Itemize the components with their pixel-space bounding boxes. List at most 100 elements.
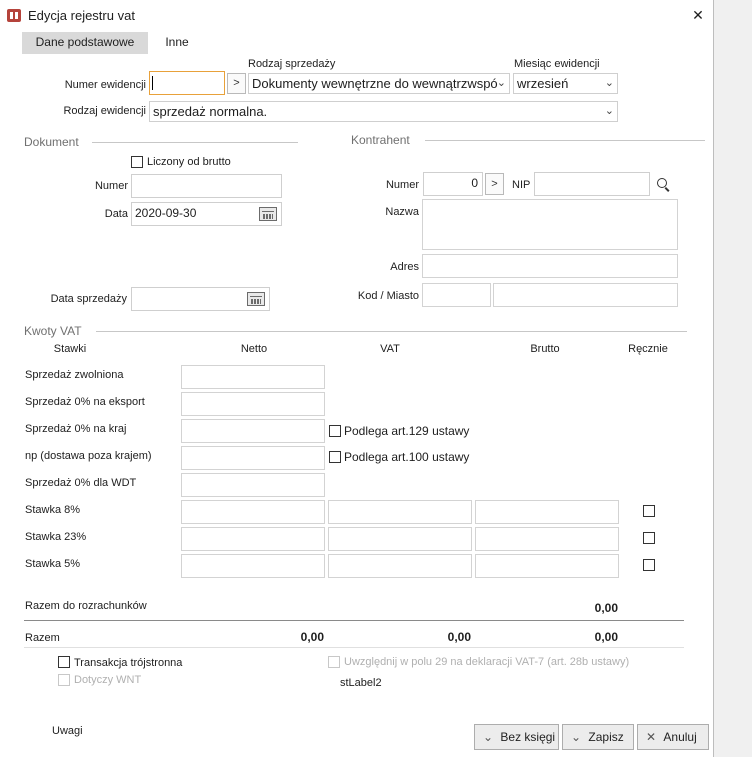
zapisz-label: Zapisz <box>588 730 624 744</box>
tab-inne[interactable]: Inne <box>152 32 202 54</box>
text-cursor <box>152 76 153 90</box>
calendar-icon[interactable] <box>259 207 277 221</box>
zapisz-button[interactable]: ⌄ Zapisz <box>562 724 634 750</box>
razem-rozrachunkow-label: Razem do rozrachunków <box>25 600 147 612</box>
kwoty-divider <box>96 331 687 332</box>
header-recznie: Ręcznie <box>628 343 668 355</box>
vat-row-label: np (dostawa poza krajem) <box>25 450 152 462</box>
numer-ewidencji-label: Numer ewidencji <box>64 79 146 91</box>
razem-brutto: 0,00 <box>594 630 618 644</box>
transakcja-trojstronna-label: Transakcja trójstronna <box>74 657 183 669</box>
rodzaj-ewidencji-label: Rodzaj ewidencji <box>63 105 146 117</box>
chevron-down-icon: ⌄ <box>571 730 582 744</box>
numer-ewidencji-input[interactable] <box>149 71 225 95</box>
dok-numer-label: Numer <box>94 180 128 192</box>
numer-ewidencji-picker-button[interactable]: > <box>227 73 246 94</box>
close-icon: ✕ <box>646 730 657 744</box>
miesiac-select[interactable]: wrzesień ⌄ <box>513 73 618 94</box>
netto-input[interactable] <box>181 500 325 524</box>
razem-rozrachunkow-value: 0,00 <box>594 601 618 615</box>
recznie-checkbox[interactable] <box>643 532 655 544</box>
anuluj-button[interactable]: ✕ Anuluj <box>637 724 709 750</box>
netto-input[interactable] <box>181 365 325 389</box>
netto-input[interactable] <box>181 473 325 497</box>
vat-row-label: Stawka 23% <box>25 531 87 543</box>
calendar-icon[interactable] <box>247 292 265 306</box>
stlabel2: stLabel2 <box>340 677 382 689</box>
netto-input[interactable] <box>181 554 325 578</box>
bez-ksiegi-button[interactable]: ⌄ Bez księgi <box>474 724 559 750</box>
dokument-section-title: Dokument <box>24 135 79 149</box>
netto-input[interactable] <box>181 446 325 470</box>
miesiac-value: wrzesień <box>517 76 569 91</box>
kontrahent-picker-button[interactable]: > <box>485 173 504 195</box>
header-vat: VAT <box>380 343 400 355</box>
podlega-100-label: Podlega art.100 ustawy <box>344 450 470 464</box>
kontrahent-section-title: Kontrahent <box>351 133 410 147</box>
chevron-down-icon: ⌄ <box>496 77 506 89</box>
recznie-checkbox[interactable] <box>643 505 655 517</box>
anuluj-label: Anuluj <box>663 730 697 744</box>
kontr-numer-input[interactable]: 0 <box>423 172 483 196</box>
vat-input[interactable] <box>328 554 472 578</box>
rodzaj-ewidencji-select[interactable]: sprzedaż normalna. ⌄ <box>149 101 618 122</box>
miesiac-ewidencji-label: Miesiąc ewidencji <box>514 58 600 70</box>
rodzaj-sprzedazy-select[interactable]: Dokumenty wewnętrzne do wewnątrzwspó ⌄ <box>248 73 510 94</box>
uwzglednij-label: Uwzględnij w polu 29 na deklaracji VAT-7… <box>344 656 630 668</box>
vat-input[interactable] <box>328 527 472 551</box>
chevron-down-icon: ⌄ <box>604 105 614 117</box>
netto-input[interactable] <box>181 419 325 443</box>
vat-input[interactable] <box>328 500 472 524</box>
brutto-input[interactable] <box>475 554 619 578</box>
brutto-input[interactable] <box>475 527 619 551</box>
dokument-divider <box>92 142 298 143</box>
liczony-od-brutto-label: Liczony od brutto <box>147 156 231 168</box>
kod-input[interactable] <box>422 283 491 307</box>
liczony-od-brutto-checkbox[interactable] <box>131 156 143 168</box>
podlega-100-checkbox[interactable] <box>329 451 341 463</box>
adres-input[interactable] <box>422 254 678 278</box>
razem-netto: 0,00 <box>300 630 324 644</box>
vat-row-label: Sprzedaż 0% na kraj <box>25 423 127 435</box>
nazwa-label: Nazwa <box>385 206 419 218</box>
uwzglednij-checkbox[interactable] <box>328 656 340 668</box>
razem-bottom-divider <box>24 647 684 648</box>
nip-input[interactable] <box>534 172 650 196</box>
uwagi-link[interactable]: Uwagi <box>52 724 83 738</box>
brutto-input[interactable] <box>475 500 619 524</box>
kwoty-vat-section-title: Kwoty VAT <box>24 324 82 338</box>
nazwa-textarea[interactable] <box>422 199 678 250</box>
bez-ksiegi-label: Bez księgi <box>500 730 556 744</box>
razem-divider <box>24 620 684 621</box>
razem-label: Razem <box>25 632 60 644</box>
kontrahent-divider <box>425 140 705 141</box>
header-brutto: Brutto <box>530 343 560 355</box>
dialog-window: Edycja rejestru vat ✕ Dane podstawowe In… <box>0 0 714 757</box>
app-icon <box>7 9 21 22</box>
miasto-input[interactable] <box>493 283 678 307</box>
chevron-down-icon: ⌄ <box>483 730 494 744</box>
dok-data-label: Data <box>104 208 128 220</box>
header-netto: Netto <box>240 343 268 355</box>
dotyczy-wnt-label: Dotyczy WNT <box>74 674 142 686</box>
rodzaj-sprzedazy-label: Rodzaj sprzedaży <box>248 58 336 70</box>
chevron-down-icon: ⌄ <box>604 77 614 89</box>
kod-miasto-label: Kod / Miasto <box>357 290 419 302</box>
recznie-checkbox[interactable] <box>643 559 655 571</box>
vat-row-label: Sprzedaż 0% dla WDT <box>25 477 137 489</box>
window-title: Edycja rejestru vat <box>28 8 135 23</box>
vat-row-label: Sprzedaż 0% na eksport <box>25 396 145 408</box>
adres-label: Adres <box>390 261 419 273</box>
tab-dane-podstawowe[interactable]: Dane podstawowe <box>22 32 148 54</box>
rodzaj-sprzedazy-value: Dokumenty wewnętrzne do wewnątrzwspó <box>252 76 498 91</box>
rodzaj-ewidencji-value: sprzedaż normalna. <box>153 104 268 119</box>
netto-input[interactable] <box>181 392 325 416</box>
close-icon[interactable]: ✕ <box>688 6 708 24</box>
nip-label: NIP <box>512 179 531 191</box>
dok-numer-input[interactable] <box>131 174 282 198</box>
search-icon[interactable] <box>657 178 671 192</box>
transakcja-trojstronna-checkbox[interactable] <box>58 656 70 668</box>
dotyczy-wnt-checkbox[interactable] <box>58 674 70 686</box>
podlega-129-checkbox[interactable] <box>329 425 341 437</box>
netto-input[interactable] <box>181 527 325 551</box>
